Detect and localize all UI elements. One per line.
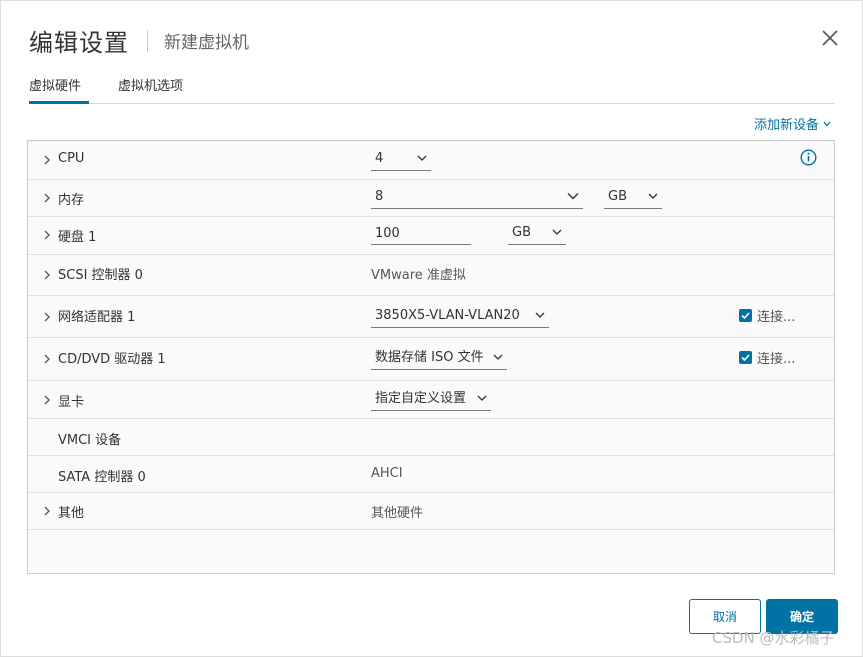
network-adapter-label: 网络适配器 1 — [58, 310, 136, 325]
cd-dvd-drive-label: CD/DVD 驱动器 1 — [58, 352, 166, 367]
dialog-subtitle: 新建虚拟机 — [164, 33, 249, 53]
edit-settings-dialog: 编辑设置 新建虚拟机 虚拟硬件 虚拟机选项 添加新设备 CPU 4 内存 8 G… — [0, 0, 863, 657]
chevron-down-icon — [823, 121, 831, 126]
chevron-right-icon[interactable] — [42, 395, 52, 405]
chevron-down-icon — [477, 395, 487, 401]
chevron-down-icon — [567, 193, 579, 200]
chevron-right-icon[interactable] — [42, 312, 52, 322]
video-card-value: 指定自定义设置 — [375, 391, 467, 406]
tab-vm-options[interactable]: 虚拟机选项 — [118, 77, 183, 104]
chevron-right-icon[interactable] — [42, 354, 52, 364]
row-sata-controller: SATA 控制器 0 AHCI — [28, 456, 834, 493]
scsi-controller-label: SCSI 控制器 0 — [58, 268, 143, 283]
chevron-down-icon — [552, 229, 562, 235]
hardware-grid: CPU 4 内存 8 GB 硬盘 1 G — [27, 140, 835, 574]
cd-dvd-connect-label: 连接... — [757, 352, 796, 367]
info-icon[interactable] — [800, 149, 817, 166]
hard-disk-unit-value: GB — [512, 225, 531, 240]
row-memory: 内存 8 GB — [28, 180, 834, 217]
memory-unit-select[interactable]: GB — [604, 187, 662, 209]
other-value: 其他硬件 — [371, 506, 424, 521]
row-cd-dvd-drive: CD/DVD 驱动器 1 数据存储 ISO 文件 连接... — [28, 338, 834, 381]
other-label: 其他 — [58, 506, 85, 521]
network-select[interactable]: 3850X5-VLAN-VLAN20 — [371, 306, 549, 328]
sata-controller-label: SATA 控制器 0 — [58, 470, 146, 485]
add-new-device-button[interactable]: 添加新设备 — [754, 114, 831, 133]
chevron-down-icon — [535, 312, 545, 318]
memory-label: 内存 — [58, 193, 85, 208]
watermark: CSDN @水彩橘子 — [712, 629, 835, 647]
cpu-label: CPU — [58, 151, 85, 166]
chevron-down-icon — [417, 155, 427, 161]
chevron-right-icon[interactable] — [42, 193, 52, 203]
vmci-device-label: VMCI 设备 — [58, 433, 122, 448]
hard-disk-label: 硬盘 1 — [58, 230, 97, 245]
network-connect-checkbox[interactable]: 连接... — [739, 306, 795, 325]
hard-disk-unit-select[interactable]: GB — [508, 223, 566, 245]
tab-virtual-hardware[interactable]: 虚拟硬件 — [29, 77, 89, 104]
checkbox-checked-icon[interactable] — [739, 351, 752, 364]
row-hard-disk: 硬盘 1 GB — [28, 217, 834, 255]
close-icon[interactable] — [819, 27, 841, 49]
memory-size-select[interactable]: 8 — [371, 187, 583, 209]
video-card-label: 显卡 — [58, 395, 85, 410]
network-value: 3850X5-VLAN-VLAN20 — [375, 308, 520, 323]
sata-controller-value: AHCI — [371, 466, 403, 481]
chevron-right-icon[interactable] — [42, 506, 52, 516]
cd-dvd-source-value: 数据存储 ISO 文件 — [375, 350, 484, 365]
row-other: 其他 其他硬件 — [28, 493, 834, 530]
memory-size-value: 8 — [375, 189, 384, 204]
cd-dvd-source-select[interactable]: 数据存储 ISO 文件 — [371, 348, 507, 370]
tab-bar: 虚拟硬件 虚拟机选项 — [29, 77, 835, 104]
add-new-device-label: 添加新设备 — [754, 118, 820, 133]
chevron-right-icon[interactable] — [42, 155, 52, 165]
row-cpu: CPU 4 — [28, 141, 834, 180]
checkbox-checked-icon[interactable] — [739, 309, 752, 322]
cpu-count-value: 4 — [375, 151, 384, 166]
row-video-card: 显卡 指定自定义设置 — [28, 381, 834, 419]
chevron-right-icon[interactable] — [42, 270, 52, 280]
cpu-count-select[interactable]: 4 — [371, 149, 431, 171]
row-scsi-controller: SCSI 控制器 0 VMware 准虚拟 — [28, 255, 834, 296]
dialog-title: 编辑设置 — [29, 29, 129, 57]
row-vmci-device: VMCI 设备 — [28, 419, 834, 456]
chevron-down-icon — [648, 193, 658, 199]
row-network-adapter: 网络适配器 1 3850X5-VLAN-VLAN20 连接... — [28, 296, 834, 338]
chevron-right-icon[interactable] — [42, 230, 52, 240]
memory-unit-value: GB — [608, 189, 627, 204]
chevron-down-icon — [493, 354, 503, 360]
title-divider — [147, 29, 148, 52]
scsi-controller-value: VMware 准虚拟 — [371, 268, 466, 283]
video-card-select[interactable]: 指定自定义设置 — [371, 389, 491, 411]
dialog-header: 编辑设置 新建虚拟机 — [29, 23, 249, 58]
cd-dvd-connect-checkbox[interactable]: 连接... — [739, 348, 795, 367]
hard-disk-size-input[interactable] — [371, 223, 471, 245]
network-connect-label: 连接... — [757, 310, 796, 325]
